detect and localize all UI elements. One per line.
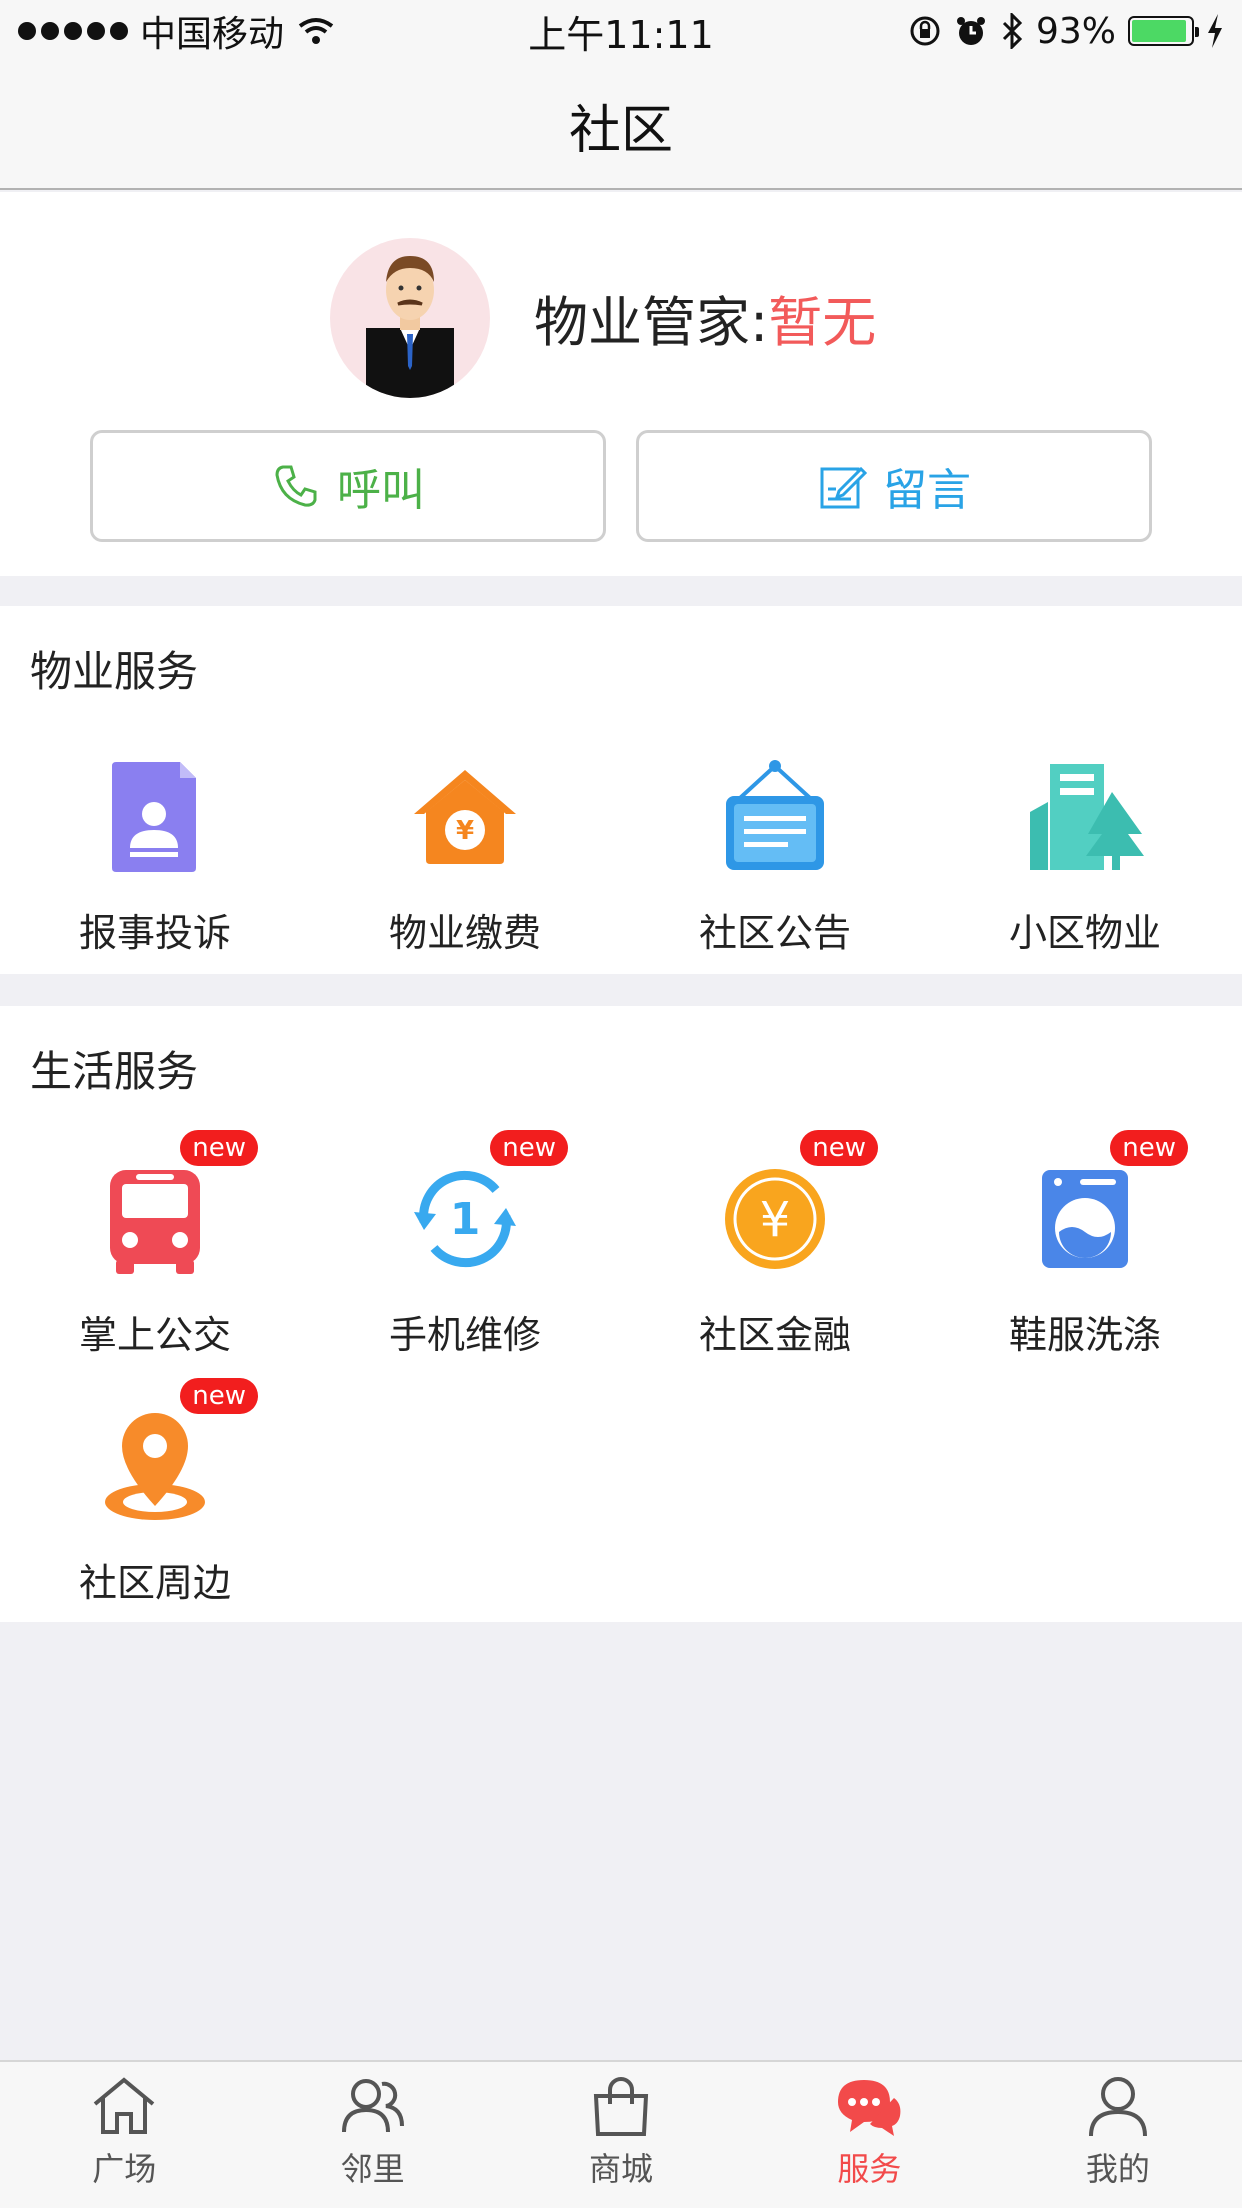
- svg-text:¥: ¥: [456, 816, 474, 846]
- call-button[interactable]: 呼叫: [90, 430, 606, 542]
- service-phone-repair[interactable]: 1 new 手机维修: [310, 1130, 620, 1359]
- tab-label: 广场: [92, 2150, 157, 2188]
- page-title: 社区: [568, 100, 673, 161]
- tab-plaza[interactable]: 广场: [0, 2062, 248, 2208]
- battery-icon: [1128, 16, 1199, 46]
- new-badge: new: [1110, 1130, 1188, 1166]
- service-label: 鞋服洗涤: [1008, 1313, 1161, 1357]
- washing-machine-icon: new: [1020, 1130, 1188, 1284]
- service-bus[interactable]: new 掌上公交: [0, 1130, 310, 1359]
- wifi-icon: [298, 18, 334, 44]
- service-community-finance[interactable]: ¥ new 社区金融: [620, 1130, 930, 1359]
- service-label: 报事投诉: [78, 911, 231, 955]
- service-estate-property[interactable]: 小区物业: [930, 752, 1240, 957]
- tab-label: 邻里: [340, 2150, 405, 2188]
- service-complaint[interactable]: 报事投诉: [0, 752, 310, 957]
- property-services-title: 物业服务: [30, 647, 199, 696]
- notice-board-icon: [710, 752, 840, 882]
- new-badge: new: [800, 1130, 878, 1166]
- home-icon: [93, 2077, 155, 2134]
- new-badge: new: [490, 1130, 568, 1166]
- svg-text:¥: ¥: [760, 1192, 791, 1248]
- status-left: 中国移动: [18, 5, 336, 57]
- bluetooth-icon: [1002, 13, 1023, 49]
- rotation-lock-icon: [910, 16, 940, 46]
- service-label: 社区公告: [698, 911, 851, 955]
- message-button[interactable]: 留言: [636, 430, 1152, 542]
- service-label: 手机维修: [388, 1313, 541, 1357]
- battery-percent: 93%: [1035, 10, 1116, 52]
- service-label: 掌上公交: [78, 1313, 231, 1357]
- call-button-label: 呼叫: [337, 465, 425, 516]
- edit-note-icon: [820, 466, 867, 509]
- manager-info: 物业管家: 暂无: [534, 278, 876, 357]
- life-services-title: 生活服务: [30, 1047, 199, 1096]
- tab-label: 服务: [837, 2150, 902, 2188]
- neighbors-icon: [341, 2079, 404, 2133]
- service-label: 社区周边: [78, 1561, 231, 1605]
- chat-bubble-icon: [838, 2080, 901, 2136]
- yuan-coin-icon: ¥ new: [710, 1130, 878, 1284]
- location-pin-icon: new: [90, 1378, 258, 1532]
- house-payment-icon: ¥: [400, 752, 530, 882]
- service-community-notice[interactable]: 社区公告: [620, 752, 930, 957]
- new-badge: new: [180, 1378, 258, 1414]
- bus-icon: new: [90, 1130, 258, 1284]
- service-label: 社区金融: [698, 1313, 851, 1357]
- manager-avatar: [330, 238, 490, 398]
- service-laundry[interactable]: new 鞋服洗涤: [930, 1130, 1240, 1359]
- complaint-report-icon: [90, 752, 220, 882]
- service-community-nearby[interactable]: new 社区周边: [0, 1378, 310, 1607]
- tab-mall[interactable]: 商城: [497, 2062, 745, 2208]
- shopping-bag-icon: [593, 2077, 649, 2136]
- property-services-section: 物业服务 报事投诉 ¥ 物业缴费 社区公告 小区物业: [0, 606, 1242, 974]
- repair-cycle-icon: 1 new: [400, 1130, 568, 1284]
- new-badge: new: [180, 1130, 258, 1166]
- manager-label: 物业管家:: [534, 291, 769, 354]
- building-tree-icon: [1020, 752, 1150, 882]
- property-manager-card: 物业管家: 暂无 呼叫 留言: [0, 192, 1242, 576]
- message-button-label: 留言: [883, 465, 971, 516]
- manager-avatar-icon: [366, 256, 454, 398]
- charging-bolt-icon: [1208, 14, 1222, 48]
- alarm-icon: [956, 17, 985, 45]
- manager-value: 暂无: [768, 291, 877, 354]
- status-right: 93%: [908, 11, 1224, 52]
- svg-text:1: 1: [450, 1194, 481, 1245]
- nav-bar: 社区: [0, 62, 1242, 190]
- tab-services[interactable]: 服务: [745, 2062, 993, 2208]
- service-property-payment[interactable]: ¥ 物业缴费: [310, 752, 620, 957]
- phone-icon: [275, 465, 317, 507]
- tab-mine[interactable]: 我的: [994, 2062, 1242, 2208]
- signal-strength-icon: [18, 22, 128, 40]
- service-label: 小区物业: [1008, 911, 1161, 955]
- person-icon: [1088, 2077, 1147, 2137]
- service-label: 物业缴费: [388, 911, 541, 955]
- tab-bar: 广场 邻里 商城 服务 我的: [0, 2060, 1242, 2208]
- tab-label: 商城: [589, 2150, 654, 2188]
- status-bar: 中国移动 上午11:11 93%: [0, 0, 1242, 62]
- tab-neighbors[interactable]: 邻里: [248, 2062, 496, 2208]
- tab-label: 我的: [1085, 2150, 1150, 2188]
- carrier-name: 中国移动: [140, 14, 285, 55]
- life-services-section: 生活服务 new 掌上公交 1 new 手机维修 ¥ new 社区金融 new …: [0, 1006, 1242, 1622]
